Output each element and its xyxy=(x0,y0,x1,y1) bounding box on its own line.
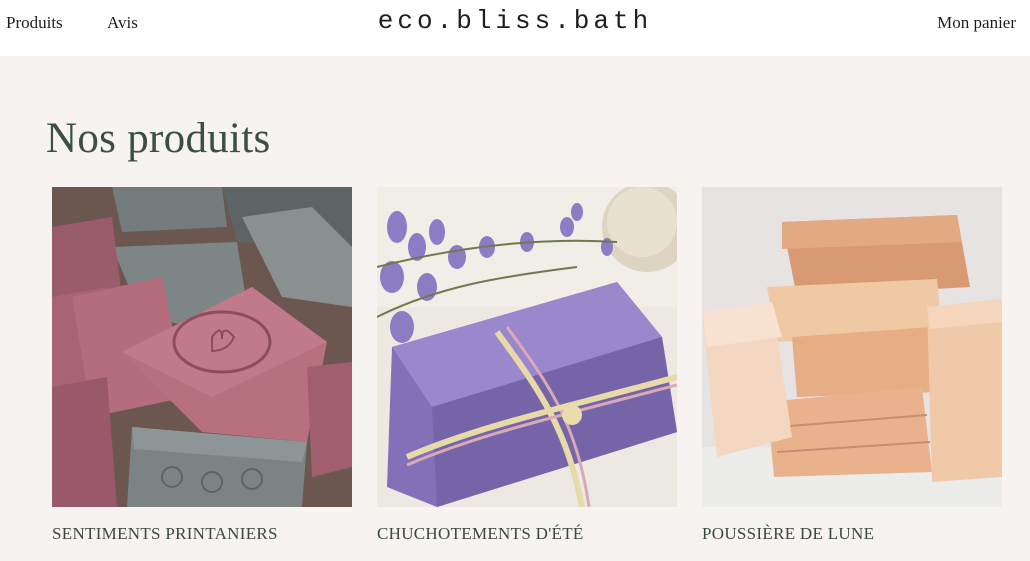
top-navigation-bar: Produits Avis eco.bliss.bath Mon panier xyxy=(0,0,1030,56)
brand-logo-container: eco.bliss.bath xyxy=(0,6,1030,36)
cart-link[interactable]: Mon panier xyxy=(937,13,1016,33)
product-name[interactable]: SENTIMENTS PRINTANIERS xyxy=(52,524,278,544)
brand-logo[interactable]: eco.bliss.bath xyxy=(378,6,652,36)
product-card-sentiments-printaniers[interactable]: SENTIMENTS PRINTANIERS xyxy=(52,187,352,543)
product-name[interactable]: POUSSIÈRE DE LUNE xyxy=(702,524,874,544)
product-image-peach-soaps[interactable] xyxy=(702,187,1002,507)
nav-link-reviews[interactable]: Avis xyxy=(107,13,138,33)
product-card-chuchotements-dete[interactable]: CHUCHOTEMENTS D'ÉTÉ xyxy=(377,187,677,543)
nav-link-products[interactable]: Produits xyxy=(6,13,63,33)
product-image-pink-soaps[interactable] xyxy=(52,187,352,507)
product-name[interactable]: CHUCHOTEMENTS D'ÉTÉ xyxy=(377,524,584,544)
product-image-lavender-soap[interactable] xyxy=(377,187,677,507)
page-title: Nos produits xyxy=(46,115,271,162)
product-card-poussiere-de-lune[interactable]: POUSSIÈRE DE LUNE xyxy=(702,187,1002,543)
